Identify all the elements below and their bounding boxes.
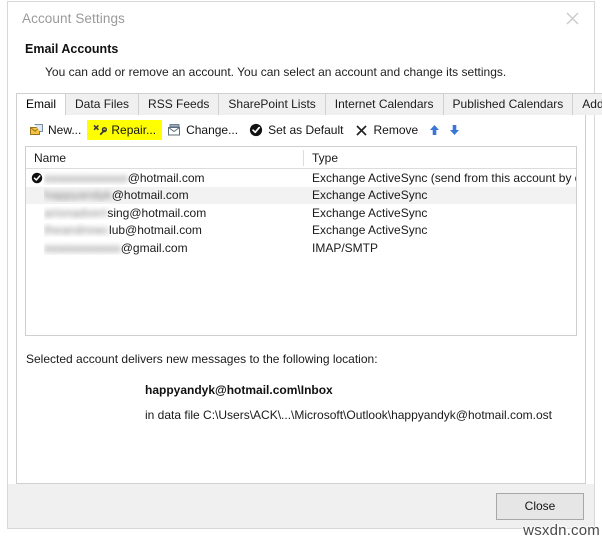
tab-published-calendars[interactable]: Published Calendars [442,93,574,115]
account-name-suffix: sing@hotmail.com [107,205,207,220]
tab-data-files[interactable]: Data Files [65,93,140,115]
set-as-default-button[interactable]: Set as Default [244,120,349,140]
account-name-redacted: aaaaaaaaaaaa [44,170,128,185]
tab-address-books[interactable]: Address Books [572,93,602,115]
page-description: You can add or remove an account. You ca… [45,65,507,79]
account-name-cell: theandrewc lub@hotmail.com [26,223,304,237]
close-x-icon[interactable] [550,2,594,35]
account-name-cell: arionadvert sing@hotmail.com [26,206,304,220]
move-up-button[interactable] [424,120,444,140]
account-type-cell: Exchange ActiveSync [312,205,428,220]
repair-button-label: Repair... [111,123,157,137]
account-type-cell: Exchange ActiveSync [312,188,428,203]
account-name-suffix: lub@hotmail.com [109,223,202,238]
column-header-name[interactable]: Name [26,149,304,166]
delivery-lead-text: Selected account delivers new messages t… [26,352,378,366]
tab-email[interactable]: Email [16,93,67,116]
table-row[interactable]: aaaaaaaaaaa @gmail.com IMAP/SMTP [26,239,576,257]
accounts-toolbar: New... Repair... Change... Set as Defaul… [17,115,585,145]
email-tab-panel: New... Repair... Change... Set as Defaul… [16,115,586,484]
account-name-redacted: theandrewc [44,223,110,238]
account-name-redacted: arionadvert [44,205,108,220]
account-name-suffix: @gmail.com [120,240,188,255]
tab-internet-calendars[interactable]: Internet Calendars [324,93,444,115]
repair-button[interactable]: Repair... [87,120,163,140]
new-button[interactable]: New... [24,120,87,140]
header-block: Email Accounts You can add or remove an … [8,35,594,93]
arrow-up-icon [429,125,439,135]
arrow-down-icon [449,125,459,135]
accounts-list[interactable]: Name Type aaaaaaaaaaaa @hotmail.com Exch… [25,146,577,336]
default-account-check-icon [29,172,44,184]
title-bar: Account Settings [8,2,594,35]
account-name-cell: happyandyk @hotmail.com [26,188,304,202]
account-type-cell: IMAP/SMTP [312,240,379,255]
delivery-location-section: Selected account delivers new messages t… [17,336,585,483]
check-circle-icon [248,122,264,138]
account-name-suffix: @hotmail.com [127,170,205,185]
list-body: aaaaaaaaaaaa @hotmail.com Exchange Active… [26,169,576,335]
delivery-target-folder: happyandyk@hotmail.com\Inbox [145,383,333,397]
column-header-type[interactable]: Type [304,151,576,165]
remove-button[interactable]: Remove [349,120,424,140]
tab-strip: Email Data Files RSS Feeds SharePoint Li… [8,93,602,116]
dialog-footer: Close [8,484,594,528]
account-name-suffix: @hotmail.com [111,188,189,203]
set-as-default-label: Set as Default [268,123,344,137]
table-row[interactable]: theandrewc lub@hotmail.com Exchange Activ… [26,222,576,240]
account-name-cell: aaaaaaaaaaaa @hotmail.com [26,171,304,185]
window-title: Account Settings [22,11,125,26]
change-account-icon [166,122,182,138]
delivery-data-file-path: in data file C:\Users\ACK\...\Microsoft\… [145,408,553,422]
remove-button-label: Remove [373,123,419,137]
table-row[interactable]: happyandyk @hotmail.com Exchange ActiveSy… [26,186,576,204]
new-mail-icon [28,122,44,138]
repair-tools-icon [91,122,107,138]
change-button-label: Change... [186,123,239,137]
list-header: Name Type [26,147,576,169]
account-name-redacted: happyandyk [44,188,112,203]
account-type-cell: Exchange ActiveSync (send from this acco… [312,170,576,185]
table-row[interactable]: arionadvert sing@hotmail.com Exchange Act… [26,204,576,222]
account-name-cell: aaaaaaaaaaa @gmail.com [26,241,304,255]
tab-sharepoint-lists[interactable]: SharePoint Lists [218,93,326,115]
move-down-button[interactable] [444,120,464,140]
account-name-redacted: aaaaaaaaaaa [44,240,121,255]
new-button-label: New... [48,123,82,137]
remove-x-icon [353,122,369,138]
page-title: Email Accounts [25,42,119,56]
tab-rss-feeds[interactable]: RSS Feeds [138,93,220,115]
account-settings-dialog: Account Settings Email Accounts You can … [7,1,602,529]
close-button[interactable]: Close [496,492,584,520]
account-type-cell: Exchange ActiveSync [312,223,428,238]
change-button[interactable]: Change... [162,120,244,140]
table-row[interactable]: aaaaaaaaaaaa @hotmail.com Exchange Active… [26,169,576,187]
